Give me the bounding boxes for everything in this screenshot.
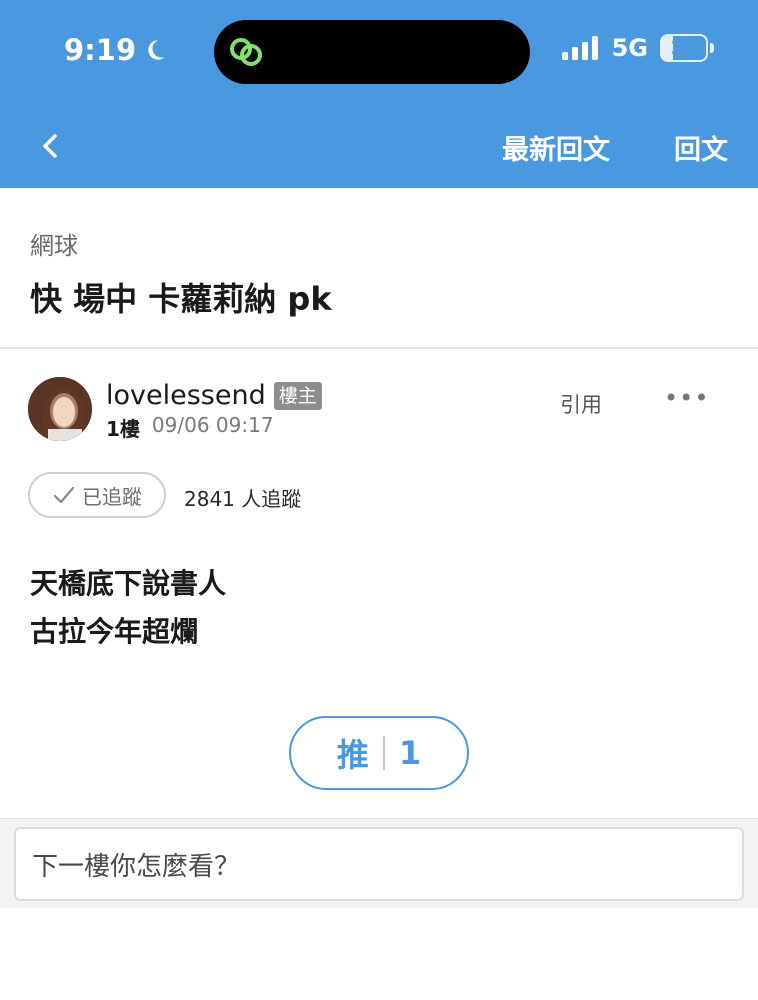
topic-title: 快 場中 卡蘿莉納 pk <box>30 280 332 318</box>
op-badge: 樓主 <box>273 381 322 410</box>
post-body-line: 天橋底下說書人 <box>30 567 227 600</box>
board-name[interactable]: 網球 <box>30 226 78 261</box>
reply-input[interactable]: 下一樓你怎麼看？ <box>14 827 744 901</box>
status-time-text: 9:19 <box>64 33 137 67</box>
quote-button[interactable]: 引用 <box>560 389 602 419</box>
reply-button[interactable]: 回文 <box>674 128 728 167</box>
follow-button[interactable]: 已追蹤 <box>28 472 166 518</box>
reply-bar: 下一樓你怎麼看？ <box>0 818 758 908</box>
app-indicator-icon <box>230 38 262 66</box>
post-datetime: 09/06 09:17 <box>151 413 274 437</box>
post-body: 天橋底下說書人 古拉今年超爛 <box>30 560 226 656</box>
avatar-image <box>28 377 92 441</box>
app-header: 9:19 5G 25 最新回文 回文 <box>0 0 758 188</box>
battery-icon: 25 <box>660 34 714 62</box>
divider <box>0 347 758 349</box>
username-row: lovelessend 樓主 <box>106 380 322 411</box>
floor-number: 1樓 <box>106 417 140 441</box>
more-options-button[interactable]: ••• <box>664 384 709 412</box>
follow-label: 已追蹤 <box>82 484 142 509</box>
push-separator <box>382 736 385 770</box>
push-count: 1 <box>398 734 422 772</box>
battery-level: 25 <box>670 37 698 59</box>
username[interactable]: lovelessend <box>106 380 266 411</box>
chevron-left-icon <box>43 134 57 158</box>
push-button[interactable]: 推 1 <box>289 716 469 790</box>
battery-tip <box>710 43 714 53</box>
network-label: 5G <box>611 34 648 62</box>
post-body-line: 古拉今年超爛 <box>30 615 199 648</box>
status-right: 5G 25 <box>560 34 714 62</box>
status-time: 9:19 <box>64 33 168 67</box>
moon-icon <box>148 40 165 60</box>
follower-count: 2841 人追蹤 <box>184 487 302 511</box>
back-button[interactable] <box>30 124 70 168</box>
avatar[interactable] <box>28 377 92 441</box>
dynamic-island <box>214 20 530 84</box>
post-meta: 1樓 09/06 09:17 <box>106 413 274 442</box>
push-label: 推 <box>336 736 369 774</box>
signal-icon <box>561 36 598 60</box>
check-icon <box>53 486 75 504</box>
latest-reply-button[interactable]: 最新回文 <box>502 128 610 167</box>
